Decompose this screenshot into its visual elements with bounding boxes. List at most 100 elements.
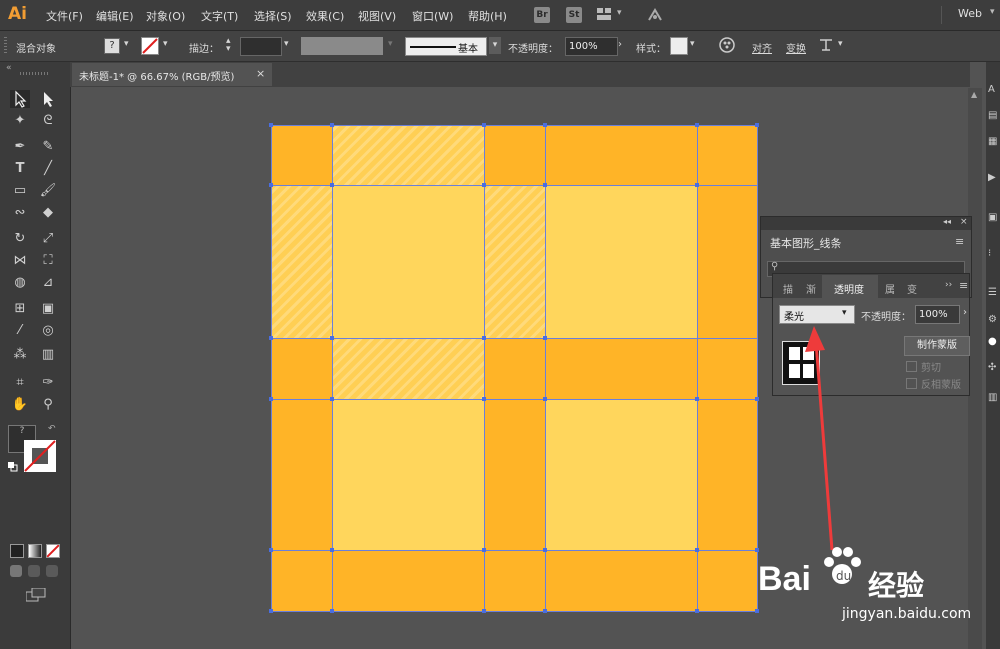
width-tool-icon[interactable]: ⋈ bbox=[10, 252, 30, 270]
close-tab-icon[interactable]: × bbox=[256, 67, 265, 80]
panel-header[interactable]: ◂◂ × bbox=[761, 217, 971, 230]
shape-builder-tool-icon[interactable]: ◍ bbox=[10, 274, 30, 292]
eraser-tool-icon[interactable]: ◆ bbox=[38, 204, 58, 222]
mesh-tool-icon[interactable]: ⊞ bbox=[10, 300, 30, 318]
variable-width-profile[interactable] bbox=[301, 37, 383, 55]
chevron-down-icon[interactable]: ▾ bbox=[690, 39, 695, 49]
brush-definition-dropdown[interactable]: 基本 bbox=[405, 37, 487, 56]
tab-attributes[interactable]: 属 bbox=[885, 281, 895, 296]
artboard-tool-icon[interactable]: ⌗ bbox=[10, 374, 30, 392]
tab-gradient[interactable]: 渐 bbox=[806, 281, 816, 296]
menu-type[interactable]: 文字(T) bbox=[201, 8, 238, 24]
bridge-button[interactable]: Br bbox=[534, 7, 550, 23]
perspective-grid-tool-icon[interactable]: ⊿ bbox=[38, 274, 58, 292]
shaper-tool-icon[interactable]: ∾ bbox=[10, 204, 30, 222]
menu-window[interactable]: 窗口(W) bbox=[412, 8, 453, 24]
curvature-tool-icon[interactable]: ✎ bbox=[38, 138, 58, 156]
none-mode-icon[interactable] bbox=[46, 544, 60, 558]
direct-selection-tool-icon[interactable] bbox=[38, 90, 58, 108]
gpu-performance-icon[interactable] bbox=[646, 6, 664, 24]
dock-icon[interactable]: ✣ bbox=[988, 362, 996, 373]
type-tool-icon[interactable]: T bbox=[10, 160, 30, 178]
dock-icon[interactable]: ▦ bbox=[988, 136, 997, 147]
paintbrush-tool-icon[interactable]: 🖌 bbox=[38, 182, 58, 200]
arrange-documents-icon[interactable] bbox=[597, 8, 611, 20]
stroke-weight-stepper[interactable]: ▴ ▾ bbox=[226, 37, 231, 54]
symbol-sprayer-tool-icon[interactable]: ⁂ bbox=[10, 346, 30, 364]
hand-tool-icon[interactable]: ✋ bbox=[10, 396, 30, 414]
draw-behind-icon[interactable] bbox=[28, 565, 40, 577]
column-graph-tool-icon[interactable]: ▥ bbox=[38, 346, 58, 364]
free-transform-tool-icon[interactable]: ⛶ bbox=[38, 252, 58, 270]
dock-icon[interactable]: A bbox=[988, 84, 995, 95]
invert-mask-checkbox[interactable] bbox=[906, 378, 917, 389]
rotate-tool-icon[interactable]: ↻ bbox=[10, 230, 30, 248]
tab-transparency[interactable]: 透明度 bbox=[822, 275, 878, 298]
collapse-icon[interactable]: ◂◂ bbox=[943, 217, 951, 226]
color-mode-icon[interactable] bbox=[10, 544, 24, 558]
close-icon[interactable]: × bbox=[960, 217, 968, 227]
menu-view[interactable]: 视图(V) bbox=[358, 8, 396, 24]
chevron-down-icon[interactable]: ▾ bbox=[489, 37, 501, 54]
selection-tool-icon[interactable] bbox=[10, 90, 30, 108]
plaid-artwork[interactable] bbox=[269, 123, 759, 613]
dock-icon[interactable]: ☰ bbox=[988, 287, 997, 298]
tab-stroke[interactable]: 描 bbox=[783, 281, 793, 296]
clip-checkbox[interactable] bbox=[906, 361, 917, 372]
eyedropper-tool-icon[interactable]: ⁄ bbox=[10, 322, 30, 340]
chevron-down-icon[interactable]: ▾ bbox=[124, 39, 129, 49]
document-tab[interactable]: 未标题-1* @ 66.67% (RGB/预览) × bbox=[72, 63, 272, 86]
chevron-right-icon[interactable]: › bbox=[963, 307, 967, 318]
stock-button[interactable]: St bbox=[566, 7, 582, 23]
stroke-indicator[interactable] bbox=[24, 440, 56, 472]
menu-edit[interactable]: 编辑(E) bbox=[96, 8, 134, 24]
align-button[interactable]: 对齐 bbox=[752, 40, 772, 55]
recolor-artwork-icon[interactable] bbox=[719, 37, 735, 53]
collapse-icon[interactable]: « bbox=[6, 63, 12, 73]
chevron-down-icon[interactable]: ▾ bbox=[163, 39, 168, 49]
grip-handle[interactable] bbox=[20, 72, 50, 75]
transform-button[interactable]: 变换 bbox=[786, 40, 806, 55]
graphic-style-swatch[interactable] bbox=[670, 37, 688, 55]
menu-select[interactable]: 选择(S) bbox=[254, 8, 292, 24]
opacity-input[interactable]: 100% bbox=[915, 305, 960, 324]
workspace-switcher[interactable]: Web bbox=[958, 7, 982, 20]
dock-icon[interactable]: ▶ bbox=[988, 172, 996, 183]
menu-object[interactable]: 对象(O) bbox=[146, 8, 185, 24]
draw-inside-icon[interactable] bbox=[46, 565, 58, 577]
menu-help[interactable]: 帮助(H) bbox=[468, 8, 507, 24]
panel-menu-icon[interactable]: ≡ bbox=[959, 279, 968, 292]
expand-tabs-icon[interactable]: ›› bbox=[945, 280, 952, 290]
menu-file[interactable]: 文件(F) bbox=[46, 8, 83, 24]
dock-icon[interactable]: ▣ bbox=[988, 212, 997, 223]
gradient-tool-icon[interactable]: ▣ bbox=[38, 300, 58, 318]
vertical-scrollbar[interactable]: ▲ bbox=[968, 88, 982, 649]
lasso-tool-icon[interactable]: ᘓ bbox=[38, 112, 58, 130]
draw-normal-icon[interactable] bbox=[10, 565, 22, 577]
swap-fill-stroke-icon[interactable]: ↶ bbox=[48, 424, 56, 434]
dock-icon[interactable]: ▥ bbox=[988, 392, 997, 403]
fill-swatch[interactable]: ? bbox=[104, 38, 120, 54]
line-tool-icon[interactable]: ╱ bbox=[38, 160, 58, 178]
pen-tool-icon[interactable]: ✒ bbox=[10, 138, 30, 156]
chevron-down-icon[interactable]: ▾ bbox=[990, 7, 995, 17]
chevron-down-icon[interactable]: ▾ bbox=[617, 8, 622, 18]
dock-icon[interactable]: ⚙ bbox=[988, 314, 997, 325]
default-colors-icon[interactable] bbox=[8, 462, 18, 472]
chevron-down-icon[interactable]: ▾ bbox=[284, 39, 289, 49]
dock-icon[interactable]: ▤ bbox=[988, 110, 997, 121]
zoom-tool-icon[interactable]: ⚲ bbox=[38, 396, 58, 414]
isolate-group-icon[interactable] bbox=[818, 37, 834, 53]
stroke-weight-input[interactable] bbox=[240, 37, 282, 56]
panel-menu-icon[interactable]: ≡ bbox=[955, 235, 964, 248]
gradient-mode-icon[interactable] bbox=[28, 544, 42, 558]
menu-effect[interactable]: 效果(C) bbox=[306, 8, 344, 24]
magic-wand-tool-icon[interactable]: ✦ bbox=[10, 112, 30, 130]
stroke-swatch[interactable] bbox=[141, 37, 159, 55]
chevron-right-icon[interactable]: › bbox=[618, 39, 622, 50]
tab-transform[interactable]: 变 bbox=[907, 281, 917, 296]
scale-tool-icon[interactable]: ⤢ bbox=[38, 230, 58, 248]
chevron-down-icon[interactable]: ▾ bbox=[838, 39, 843, 49]
screen-mode-icon[interactable] bbox=[25, 587, 46, 602]
dock-icon[interactable]: ⁝ bbox=[988, 248, 991, 259]
